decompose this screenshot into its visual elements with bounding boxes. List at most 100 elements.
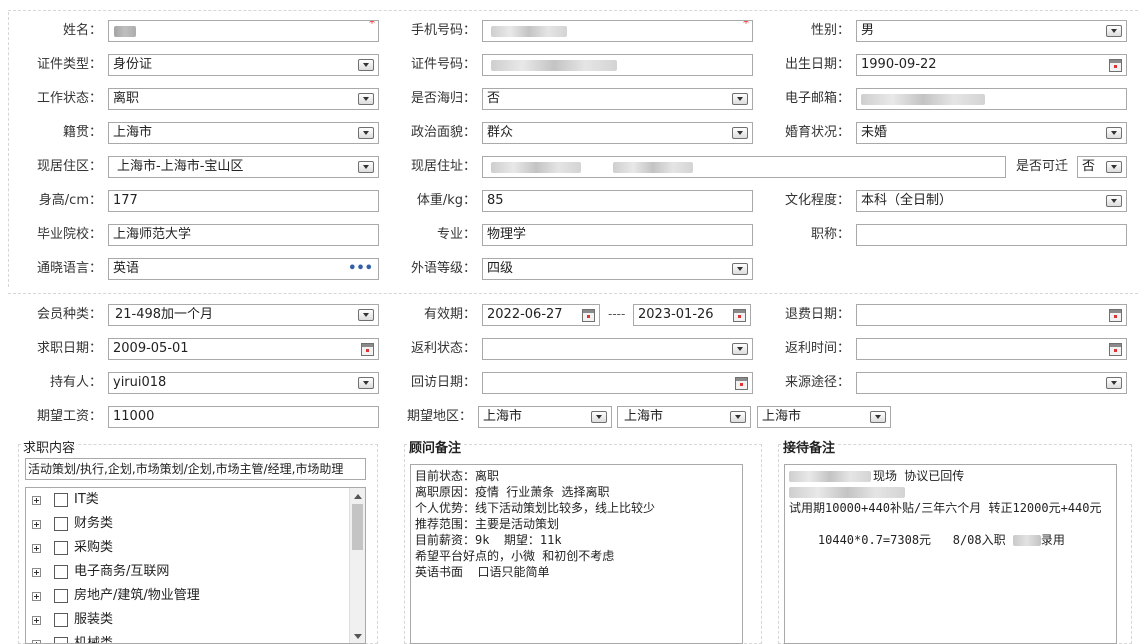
member-type-select[interactable]: 21-498加一个月 <box>108 304 379 326</box>
chevron-down-icon[interactable] <box>732 93 748 105</box>
calendar-icon[interactable] <box>735 377 748 390</box>
visit-date-field[interactable] <box>482 372 753 394</box>
id-number-field[interactable] <box>482 54 753 76</box>
chevron-down-icon[interactable] <box>358 93 374 105</box>
scroll-down-icon[interactable] <box>354 634 362 639</box>
id-type-select[interactable]: 身份证 <box>108 54 379 76</box>
languages-label: 通晓语言： <box>36 261 102 276</box>
job-search-date-label: 求职日期： <box>36 341 102 356</box>
advisor-notes-textarea[interactable]: 目前状态：离职 离职原因：疫情 行业萧条 选择离职 个人优势：线下活动策划比较多… <box>410 464 743 644</box>
chevron-down-icon[interactable] <box>1106 161 1122 173</box>
rebate-time-field[interactable] <box>856 338 1127 360</box>
work-status-select[interactable]: 离职 <box>108 88 379 110</box>
chevron-down-icon[interactable] <box>358 377 374 389</box>
chevron-down-icon[interactable] <box>1106 195 1122 207</box>
chevron-down-icon[interactable] <box>1106 377 1122 389</box>
checkbox[interactable] <box>54 541 68 555</box>
rebate-status-select[interactable] <box>482 338 753 360</box>
education-select[interactable]: 本科（全日制） <box>856 190 1127 212</box>
political-select[interactable]: 群众 <box>482 122 753 144</box>
calendar-icon[interactable] <box>1109 59 1122 72</box>
chevron-down-icon[interactable] <box>732 343 748 355</box>
birth-date-label: 出生日期： <box>784 57 850 72</box>
calendar-icon[interactable] <box>582 309 595 322</box>
chevron-down-icon[interactable] <box>358 59 374 71</box>
expand-icon[interactable] <box>32 592 41 601</box>
school-field[interactable]: 上海师范大学 <box>108 224 379 246</box>
job-category-tree[interactable]: IT类 财务类 采购类 电子商务/互联网 房地产/建筑/物业管理 服装类 机械类 <box>25 487 366 644</box>
chevron-down-icon[interactable] <box>358 161 374 173</box>
job-content-selected-field[interactable]: 活动策划/执行,企划,市场策划/企划,市场主管/经理,市场助理 <box>25 458 366 480</box>
checkbox[interactable] <box>54 565 68 579</box>
validity-from-field[interactable]: 2022-06-27 <box>482 304 600 326</box>
checkbox[interactable] <box>54 589 68 603</box>
holder-label: 持有人： <box>49 375 102 390</box>
section-divider <box>8 12 9 287</box>
gender-select[interactable]: 男 <box>856 20 1127 42</box>
checkbox[interactable] <box>54 613 68 627</box>
expected-salary-field[interactable]: 11000 <box>108 406 379 428</box>
chevron-down-icon[interactable] <box>591 411 607 423</box>
foreign-level-select[interactable]: 四级 <box>482 258 753 280</box>
calendar-icon[interactable] <box>733 309 746 322</box>
calendar-icon[interactable] <box>1109 343 1122 356</box>
holder-select[interactable]: yirui018 <box>108 372 379 394</box>
chevron-down-icon[interactable] <box>358 309 374 321</box>
chevron-down-icon[interactable] <box>732 127 748 139</box>
source-select[interactable] <box>856 372 1127 394</box>
chevron-down-icon[interactable] <box>732 263 748 275</box>
marital-select[interactable]: 未婚 <box>856 122 1127 144</box>
expected-city-select[interactable]: 上海市 <box>617 406 751 428</box>
major-field[interactable]: 物理学 <box>482 224 753 246</box>
title-field[interactable] <box>856 224 1127 246</box>
member-type-label: 会员种类： <box>36 307 102 322</box>
languages-field[interactable]: 英语 ••• <box>108 258 379 280</box>
expected-district-select[interactable]: 上海市 <box>757 406 891 428</box>
relocate-select[interactable]: 否 <box>1077 156 1127 178</box>
height-field[interactable]: 177 <box>108 190 379 212</box>
chevron-down-icon[interactable] <box>730 411 746 423</box>
note-line: 试用期10000+440补贴/三年六个月 转正12000元+440元 <box>789 501 1102 515</box>
expand-icon[interactable] <box>32 544 41 553</box>
checkbox[interactable] <box>54 493 68 507</box>
reception-notes-textarea[interactable]: 现场 协议已回传 试用期10000+440补贴/三年六个月 转正12000元+4… <box>784 464 1117 644</box>
weight-label: 体重/kg： <box>416 193 476 208</box>
expand-icon[interactable] <box>32 568 41 577</box>
id-number-label: 证件号码： <box>410 57 476 72</box>
phone-field[interactable]: * <box>482 20 753 42</box>
job-search-date-field[interactable]: 2009-05-01 <box>108 338 379 360</box>
calendar-icon[interactable] <box>1109 309 1122 322</box>
redacted-value <box>491 60 617 71</box>
scroll-thumb[interactable] <box>352 504 363 550</box>
checkbox[interactable] <box>54 637 68 643</box>
residence-area-select[interactable]: 上海市-上海市-宝山区 <box>108 156 379 178</box>
redacted-value <box>491 26 567 37</box>
redacted-value <box>114 26 136 37</box>
native-place-select[interactable]: 上海市 <box>108 122 379 144</box>
birth-date-field[interactable]: 1990-09-22 <box>856 54 1127 76</box>
residence-address-field[interactable] <box>482 156 1006 178</box>
validity-to-field[interactable]: 2023-01-26 <box>633 304 751 326</box>
tree-scrollbar[interactable] <box>349 488 365 643</box>
chevron-down-icon[interactable] <box>870 411 886 423</box>
expand-icon[interactable] <box>32 640 41 643</box>
overseas-select[interactable]: 否 <box>482 88 753 110</box>
gender-label: 性别： <box>810 23 850 38</box>
expand-icon[interactable] <box>32 616 41 625</box>
refund-date-field[interactable] <box>856 304 1127 326</box>
redacted-value <box>789 487 905 498</box>
calendar-icon[interactable] <box>361 343 374 356</box>
more-options-icon[interactable]: ••• <box>348 259 373 279</box>
overseas-label: 是否海归： <box>410 91 476 106</box>
email-field[interactable] <box>856 88 1127 110</box>
expected-province-select[interactable]: 上海市 <box>478 406 612 428</box>
scroll-up-icon[interactable] <box>354 494 362 499</box>
chevron-down-icon[interactable] <box>358 127 374 139</box>
chevron-down-icon[interactable] <box>1106 127 1122 139</box>
weight-field[interactable]: 85 <box>482 190 753 212</box>
chevron-down-icon[interactable] <box>1106 25 1122 37</box>
checkbox[interactable] <box>54 517 68 531</box>
expand-icon[interactable] <box>32 496 41 505</box>
name-field[interactable]: * <box>108 20 379 42</box>
expand-icon[interactable] <box>32 520 41 529</box>
